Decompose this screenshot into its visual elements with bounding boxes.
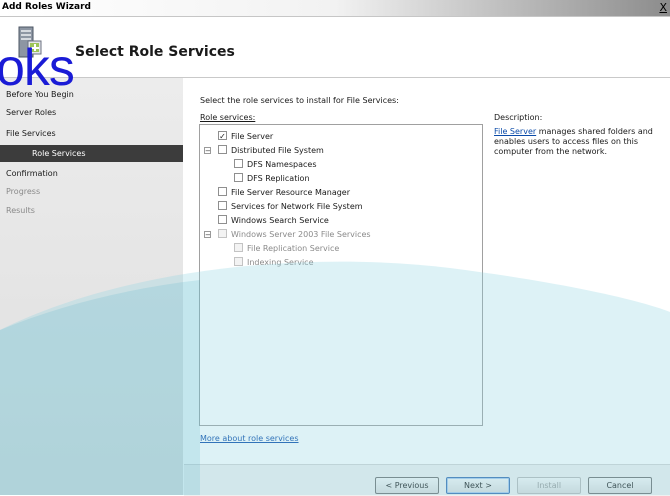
tree-item-ws2003-file-services[interactable]: Windows Server 2003 File Services (218, 228, 371, 241)
checkbox-icon[interactable] (218, 145, 227, 154)
more-link-text[interactable]: More about role services (200, 434, 299, 443)
checkbox-icon[interactable] (218, 187, 227, 196)
tree-item-distributed-file-system[interactable]: Distributed File System (218, 144, 324, 157)
tree-item-label: File Server (231, 132, 274, 141)
tree-item-label: DFS Replication (247, 174, 310, 183)
sidebar-item-server-roles[interactable]: Server Roles (0, 104, 183, 121)
tree-item-dfs-namespaces[interactable]: DFS Namespaces (234, 158, 316, 171)
checkbox-icon[interactable] (218, 229, 227, 238)
collapse-icon[interactable]: − (204, 231, 211, 239)
window-title: Add Roles Wizard (2, 2, 91, 12)
checkbox-icon[interactable] (234, 173, 243, 182)
sidebar-item-role-services[interactable]: Role Services (0, 145, 183, 162)
sidebar-item-confirmation[interactable]: Confirmation (0, 165, 183, 182)
previous-button[interactable]: < Previous (375, 477, 439, 494)
sidebar-item-progress: Progress (6, 187, 41, 196)
role-services-label: Role services: (200, 113, 255, 122)
tree-item-label: Indexing Service (247, 258, 314, 267)
checkbox-checked-icon[interactable]: ✓ (218, 131, 227, 141)
title-bar: Add Roles Wizard X (0, 0, 670, 17)
checkbox-icon[interactable] (218, 215, 227, 224)
description-text: File Server manages shared folders and e… (494, 127, 659, 157)
tree-item-indexing-service[interactable]: Indexing Service (234, 256, 314, 269)
description-heading: Description: (494, 113, 543, 122)
checkbox-icon[interactable] (218, 201, 227, 210)
tree-item-label: Windows Search Service (231, 216, 329, 225)
tree-item-file-server[interactable]: ✓ File Server (218, 130, 273, 143)
role-services-tree[interactable]: ✓ File Server − Distributed File System D… (199, 124, 483, 426)
watermark-text: oks (0, 39, 75, 97)
close-icon[interactable]: X (659, 0, 667, 15)
tree-item-label: DFS Namespaces (247, 160, 317, 169)
install-button: Install (517, 477, 581, 494)
page-title: Select Role Services (75, 44, 235, 60)
checkbox-icon[interactable] (234, 257, 243, 266)
tree-item-dfs-replication[interactable]: DFS Replication (234, 172, 310, 185)
next-button[interactable]: Next > (446, 477, 510, 494)
wizard-sidebar: Before You Begin Server Roles File Servi… (0, 78, 183, 495)
checkbox-icon[interactable] (234, 159, 243, 168)
tree-item-label: Distributed File System (231, 146, 324, 155)
sidebar-item-file-services[interactable]: File Services (0, 125, 183, 142)
tree-item-fsrm[interactable]: File Server Resource Manager (218, 186, 350, 199)
checkbox-icon[interactable] (234, 243, 243, 252)
tree-item-windows-search-service[interactable]: Windows Search Service (218, 214, 329, 227)
tree-item-label: File Server Resource Manager (231, 188, 351, 197)
description-link[interactable]: File Server (494, 127, 536, 136)
tree-item-label: File Replication Service (247, 244, 340, 253)
wizard-header: Select Role Services (0, 17, 670, 78)
sidebar-item-results: Results (6, 206, 35, 215)
collapse-icon[interactable]: − (204, 147, 211, 155)
tree-item-label: Services for Network File System (231, 202, 363, 211)
role-services-label-text: Role services: (200, 113, 256, 122)
more-about-role-services-link[interactable]: More about role services (200, 434, 299, 443)
instruction-text: Select the role services to install for … (200, 96, 399, 105)
tree-item-label: Windows Server 2003 File Services (231, 230, 371, 239)
tree-item-nfs-services[interactable]: Services for Network File System (218, 200, 363, 213)
tree-item-file-replication-service[interactable]: File Replication Service (234, 242, 339, 255)
cancel-button[interactable]: Cancel (588, 477, 652, 494)
